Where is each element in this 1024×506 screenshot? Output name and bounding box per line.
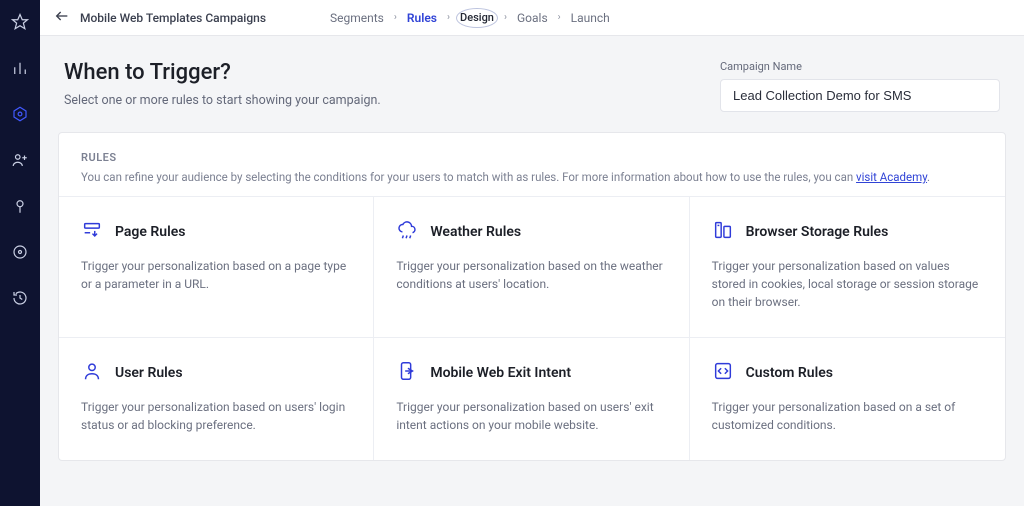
card-title: Custom Rules <box>746 365 833 381</box>
user-icon <box>81 360 103 386</box>
card-title: Page Rules <box>115 224 185 240</box>
card-mobile-exit-intent[interactable]: Mobile Web Exit Intent Trigger your pers… <box>374 337 689 460</box>
card-desc: Trigger your personalization based on th… <box>396 257 666 293</box>
nav-users-icon[interactable] <box>8 148 32 172</box>
chevron-right-icon: › <box>504 12 507 23</box>
crumb-segments[interactable]: Segments <box>326 9 388 27</box>
crumb-design[interactable]: Design <box>456 8 498 28</box>
weather-icon <box>396 219 418 245</box>
card-title: Mobile Web Exit Intent <box>430 365 571 381</box>
rules-panel: RULES You can refine your audience by se… <box>58 132 1006 461</box>
nav-history-icon[interactable] <box>8 286 32 310</box>
nav-pin-icon[interactable] <box>8 194 32 218</box>
crumb-rules[interactable]: Rules <box>403 9 441 27</box>
rules-grid: Page Rules Trigger your personalization … <box>59 196 1005 460</box>
exit-icon <box>396 360 418 386</box>
breadcrumb: Segments › Rules › Design › Goals › Laun… <box>326 8 614 28</box>
card-weather-rules[interactable]: Weather Rules Trigger your personalizati… <box>374 196 689 337</box>
card-desc: Trigger your personalization based on us… <box>396 398 666 434</box>
visit-academy-link[interactable]: visit Academy <box>856 170 927 184</box>
card-desc: Trigger your personalization based on a … <box>712 398 983 434</box>
chevron-right-icon: › <box>558 12 561 23</box>
card-title: Browser Storage Rules <box>746 224 889 240</box>
left-nav-rail <box>0 0 40 506</box>
chevron-right-icon: › <box>447 12 450 23</box>
crumb-goals[interactable]: Goals <box>513 9 552 27</box>
custom-icon <box>712 360 734 386</box>
top-bar: Mobile Web Templates Campaigns Segments … <box>40 0 1024 36</box>
card-desc: Trigger your personalization based on va… <box>712 257 983 311</box>
nav-hex-icon[interactable] <box>8 102 32 126</box>
card-browser-storage-rules[interactable]: Browser Storage Rules Trigger your perso… <box>690 196 1005 337</box>
page-header: When to Trigger? Select one or more rule… <box>40 36 1024 128</box>
card-title: User Rules <box>115 365 183 381</box>
panel-subtitle: You can refine your audience by selectin… <box>81 170 983 184</box>
nav-star-icon[interactable] <box>8 10 32 34</box>
section-subtitle: Select one or more rules to start showin… <box>64 93 381 108</box>
card-custom-rules[interactable]: Custom Rules Trigger your personalizatio… <box>690 337 1005 460</box>
page-title: Mobile Web Templates Campaigns <box>80 11 266 25</box>
panel-title: RULES <box>81 151 983 164</box>
storage-icon <box>712 219 734 245</box>
nav-analytics-icon[interactable] <box>8 56 32 80</box>
card-page-rules[interactable]: Page Rules Trigger your personalization … <box>59 196 374 337</box>
campaign-name-input[interactable] <box>720 79 1000 112</box>
nav-target-icon[interactable] <box>8 240 32 264</box>
card-user-rules[interactable]: User Rules Trigger your personalization … <box>59 337 374 460</box>
crumb-launch[interactable]: Launch <box>567 9 614 27</box>
section-title: When to Trigger? <box>64 60 381 85</box>
page-icon <box>81 219 103 245</box>
back-arrow-icon[interactable] <box>54 8 70 27</box>
card-desc: Trigger your personalization based on us… <box>81 398 351 434</box>
card-desc: Trigger your personalization based on a … <box>81 257 351 293</box>
chevron-right-icon: › <box>394 12 397 23</box>
campaign-name-label: Campaign Name <box>720 60 1000 73</box>
card-title: Weather Rules <box>430 224 521 240</box>
